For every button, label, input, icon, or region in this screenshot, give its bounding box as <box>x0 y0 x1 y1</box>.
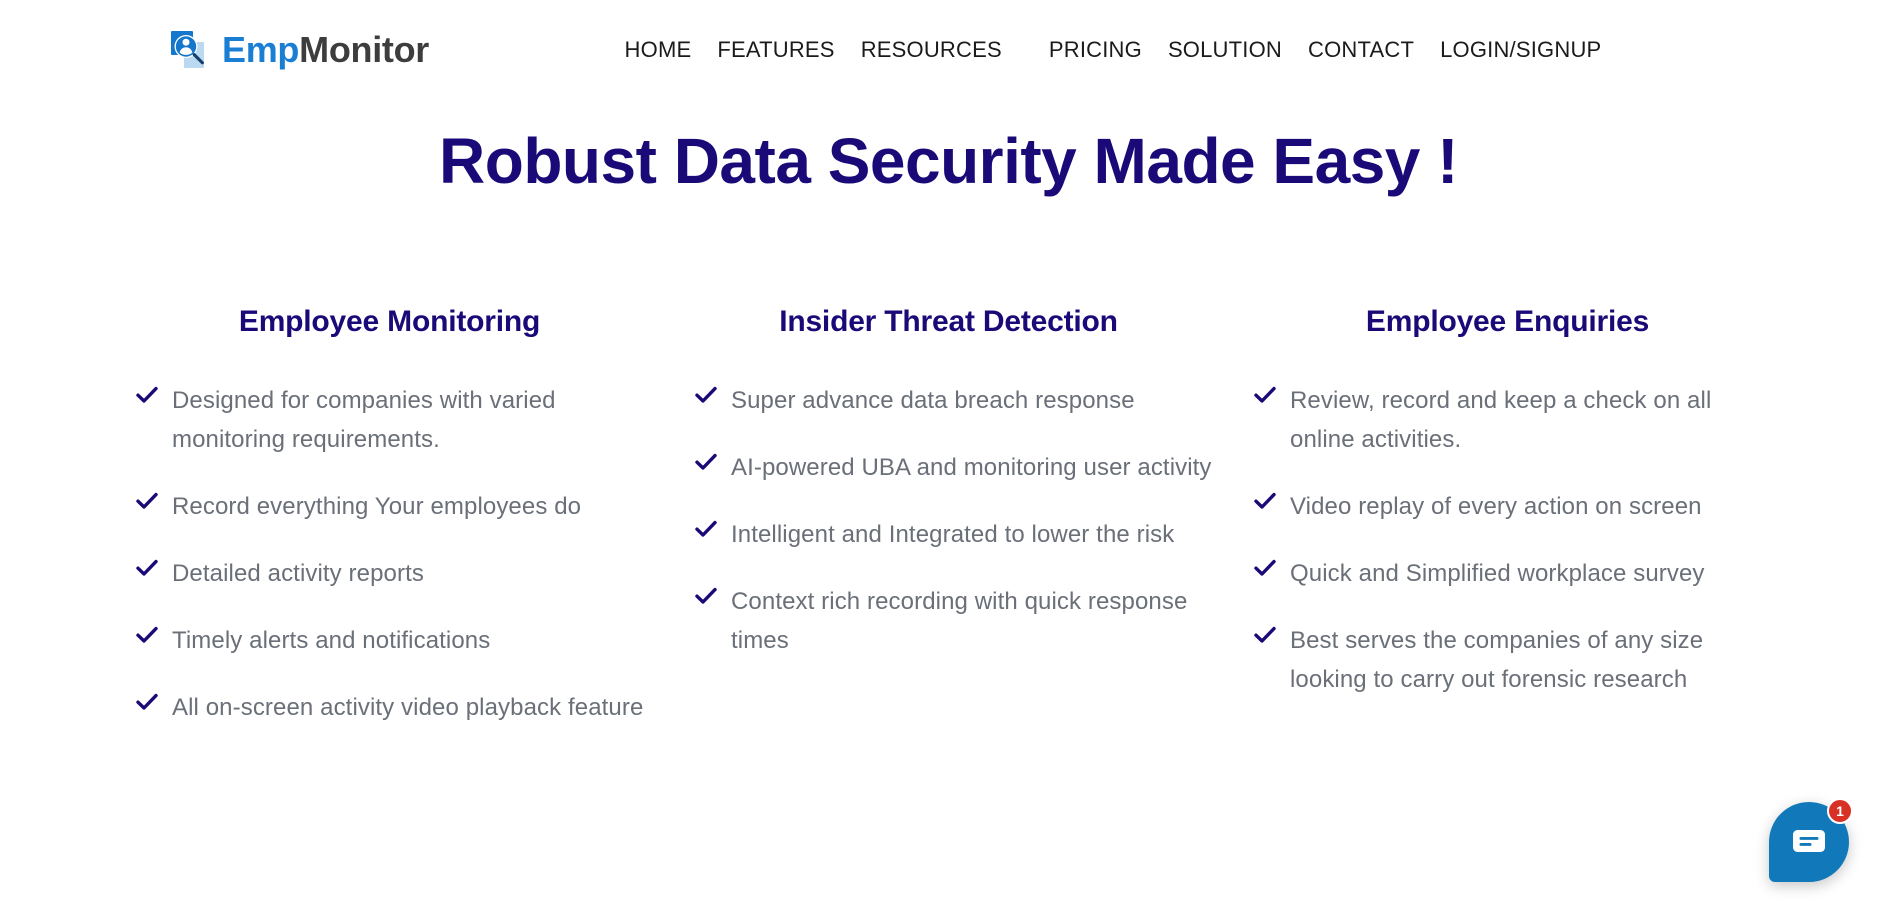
check-icon <box>136 490 158 517</box>
page-title: Robust Data Security Made Easy ! <box>439 125 1458 197</box>
list-item: Detailed activity reports <box>136 555 653 594</box>
main-navigation: HOME FEATURES RESOURCES PRICING SOLUTION… <box>469 31 1837 69</box>
check-icon <box>695 451 717 478</box>
list-item: AI-powered UBA and monitoring user activ… <box>695 449 1212 488</box>
nav-item-login-signup[interactable]: LOGIN/SIGNUP <box>1440 31 1601 69</box>
nav-item-solution[interactable]: SOLUTION <box>1168 31 1282 69</box>
feature-text: Timely alerts and notifications <box>172 626 491 654</box>
check-icon <box>136 691 158 718</box>
brand-logo[interactable]: EmpMonitor <box>168 28 429 72</box>
chat-widget-button[interactable]: 1 <box>1769 798 1853 882</box>
list-item: Super advance data breach response <box>695 382 1212 421</box>
list-item: Best serves the companies of any size lo… <box>1254 622 1771 700</box>
column-title: Employee Enquiries <box>1365 305 1650 339</box>
list-item: Intelligent and Integrated to lower the … <box>695 516 1212 555</box>
magnifier-person-icon <box>168 28 212 72</box>
list-item: Timely alerts and notifications <box>136 622 653 661</box>
feature-text: All on-screen activity video playback fe… <box>172 693 644 721</box>
nav-item-pricing[interactable]: PRICING <box>1049 31 1142 69</box>
check-icon <box>136 384 158 411</box>
check-icon <box>1254 624 1276 651</box>
nav-item-home[interactable]: HOME <box>625 31 692 69</box>
feature-text: Record everything Your employees do <box>172 493 582 521</box>
check-icon <box>1254 384 1276 411</box>
check-icon <box>695 384 717 411</box>
feature-column-insider-threat-detection: Insider Threat Detection Super advance d… <box>669 304 1228 688</box>
feature-text: Review, record and keep a check on all o… <box>1290 387 1712 454</box>
brand-name-emp: Emp <box>222 29 300 70</box>
check-icon <box>136 557 158 584</box>
chat-unread-badge: 1 <box>1827 798 1853 824</box>
nav-item-resources[interactable]: RESOURCES <box>861 31 1002 69</box>
list-item: All on-screen activity video playback fe… <box>136 689 653 728</box>
list-item: Video replay of every action on screen <box>1254 488 1771 527</box>
list-item: Record everything Your employees do <box>136 488 653 527</box>
feature-text: Context rich recording with quick respon… <box>731 588 1188 654</box>
brand-name: EmpMonitor <box>222 32 429 68</box>
check-icon <box>695 518 717 545</box>
feature-column-employee-monitoring: Employee Monitoring Designed for compani… <box>110 304 669 755</box>
feature-list: Super advance data breach response AI-po… <box>685 382 1212 660</box>
column-title: Insider Threat Detection <box>779 305 1118 339</box>
site-header: EmpMonitor HOME FEATURES RESOURCES PRICI… <box>0 0 1897 100</box>
brand-name-monitor: Monitor <box>299 29 429 70</box>
feature-text: Intelligent and Integrated to lower the … <box>731 521 1175 549</box>
feature-text: Designed for companies with varied monit… <box>172 387 556 454</box>
check-icon <box>136 624 158 651</box>
feature-columns: Employee Monitoring Designed for compani… <box>0 304 1897 755</box>
feature-text: AI-powered UBA and monitoring user activ… <box>731 454 1212 482</box>
check-icon <box>695 585 717 612</box>
check-icon <box>1254 557 1276 584</box>
column-title: Employee Monitoring <box>238 305 541 339</box>
list-item: Context rich recording with quick respon… <box>695 583 1212 661</box>
feature-list: Review, record and keep a check on all o… <box>1244 382 1771 699</box>
nav-item-contact[interactable]: CONTACT <box>1308 31 1414 69</box>
check-icon <box>1254 490 1276 517</box>
hero-section: Robust Data Security Made Easy ! <box>0 100 1897 197</box>
list-item: Quick and Simplified workplace survey <box>1254 555 1771 594</box>
feature-text: Quick and Simplified workplace survey <box>1290 560 1705 588</box>
feature-text: Video replay of every action on screen <box>1290 493 1702 521</box>
page-root: EmpMonitor HOME FEATURES RESOURCES PRICI… <box>0 0 1897 904</box>
feature-list: Designed for companies with varied monit… <box>126 382 653 727</box>
feature-text: Detailed activity reports <box>172 560 424 588</box>
nav-item-features[interactable]: FEATURES <box>717 31 834 69</box>
list-item: Designed for companies with varied monit… <box>136 382 653 460</box>
feature-text: Best serves the companies of any size lo… <box>1290 626 1704 693</box>
feature-column-employee-enquiries: Employee Enquiries Review, record and ke… <box>1228 304 1787 727</box>
list-item: Review, record and keep a check on all o… <box>1254 382 1771 460</box>
feature-text: Super advance data breach response <box>731 387 1135 415</box>
chat-message-icon <box>1792 828 1826 856</box>
